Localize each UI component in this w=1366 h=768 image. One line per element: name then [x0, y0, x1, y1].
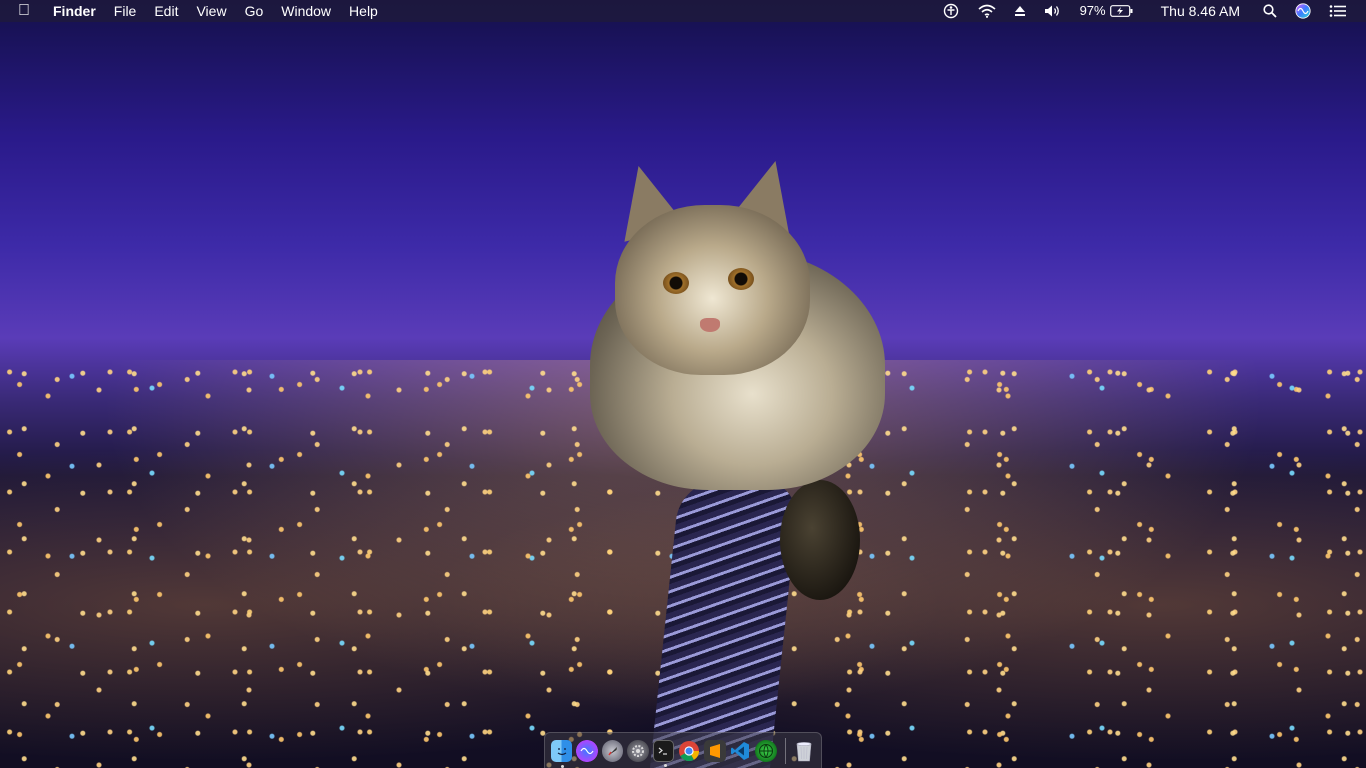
dock-divider: [784, 737, 786, 764]
menu-window[interactable]: Window: [272, 0, 340, 22]
apple-menu-icon[interactable]: : [18, 0, 44, 22]
trash-icon[interactable]: [794, 740, 815, 762]
globe-icon[interactable]: [755, 739, 777, 762]
menu-view[interactable]: View: [187, 0, 235, 22]
wallpaper-cat-eye-right: [728, 268, 754, 290]
desktop:  Finder File Edit View Go Window Help 9…: [0, 0, 1366, 768]
wallpaper-cat-tail: [780, 480, 860, 600]
accessibility-icon[interactable]: [933, 3, 969, 19]
terminal-running-indicator: [663, 763, 667, 767]
vscode-icon[interactable]: [730, 740, 751, 762]
menu-file[interactable]: File: [105, 0, 146, 22]
menu-help[interactable]: Help: [340, 0, 387, 22]
menu-edit[interactable]: Edit: [145, 0, 187, 22]
menu-bar:  Finder File Edit View Go Window Help 9…: [0, 0, 1366, 22]
chrome-icon[interactable]: [678, 740, 700, 762]
wifi-icon[interactable]: [969, 4, 1005, 18]
siri-icon[interactable]: [576, 739, 598, 762]
terminal-icon[interactable]: [652, 739, 675, 767]
battery-status[interactable]: 97%: [1071, 0, 1143, 22]
notification-center-icon[interactable]: [1320, 4, 1356, 18]
siri-menubar-icon[interactable]: [1286, 3, 1320, 19]
eject-icon[interactable]: [1005, 5, 1035, 17]
menu-app-name[interactable]: Finder: [44, 0, 105, 22]
launchpad-icon[interactable]: [601, 739, 624, 762]
finder-icon[interactable]: [551, 739, 573, 768]
menu-go[interactable]: Go: [236, 0, 273, 22]
wallpaper-cat-head: [615, 205, 810, 375]
wallpaper-cat-eye-left: [663, 272, 689, 294]
clock[interactable]: Thu 8.46 AM: [1143, 0, 1254, 22]
battery-charging-icon: [1109, 5, 1134, 17]
battery-percentage: 97%: [1079, 3, 1106, 18]
dock: [544, 732, 822, 768]
wallpaper-cat-nose: [700, 318, 720, 332]
finder-running-indicator: [561, 764, 564, 768]
system-preferences-icon[interactable]: [627, 739, 649, 762]
spotlight-search-icon[interactable]: [1254, 4, 1286, 18]
volume-icon[interactable]: [1035, 4, 1071, 18]
sublime-text-icon[interactable]: [704, 739, 726, 762]
